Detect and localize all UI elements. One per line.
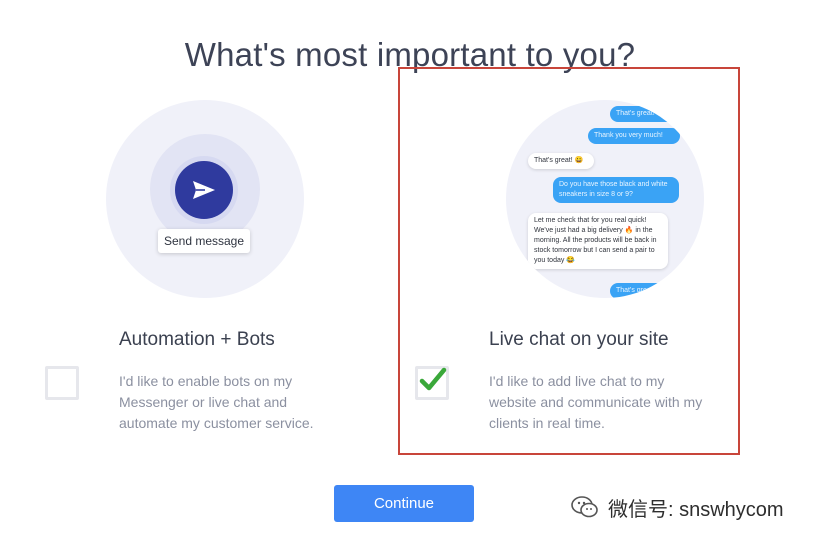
send-message-label: Send message [158,229,250,253]
wechat-icon [571,496,598,518]
chat-illustration: That's great! Thank you very much! That'… [506,100,704,298]
automation-checkbox[interactable] [45,366,79,400]
chat-bubble-agent: That's great! 😀 [528,153,594,169]
chat-bubble-visitor: That's great! [610,106,702,122]
option-description: I'd like to enable bots on my Messenger … [119,371,349,434]
chat-bubble-visitor: Thank you very much! [588,128,680,144]
option-title: Automation + Bots [119,329,275,350]
option-title: Live chat on your site [489,329,669,350]
send-icon [193,181,215,199]
description-line: clients in real time. [489,415,605,431]
description-line: automate my customer service. [119,415,314,431]
description-line: website and communicate with my [489,394,703,410]
chat-bubble-visitor: That's great! [610,283,702,298]
watermark: 微信号: snswhycom [570,493,784,521]
chat-bubble-visitor: Do you have those black and white sneake… [553,177,679,203]
chat-bubble-agent: Let me check that for you real quick! We… [528,213,668,269]
description-line: I'd like to enable bots on my [119,373,293,389]
live-chat-checkbox[interactable] [415,366,449,400]
option-description: I'd like to add live chat to my website … [489,371,734,434]
send-message-illustration [175,161,233,219]
description-line: I'd like to add live chat to my [489,373,665,389]
continue-button[interactable]: Continue [334,485,474,522]
watermark-text: 微信号: snswhycom [608,498,784,521]
description-line: Messenger or live chat and [119,394,288,410]
checkmark-icon [419,367,447,391]
